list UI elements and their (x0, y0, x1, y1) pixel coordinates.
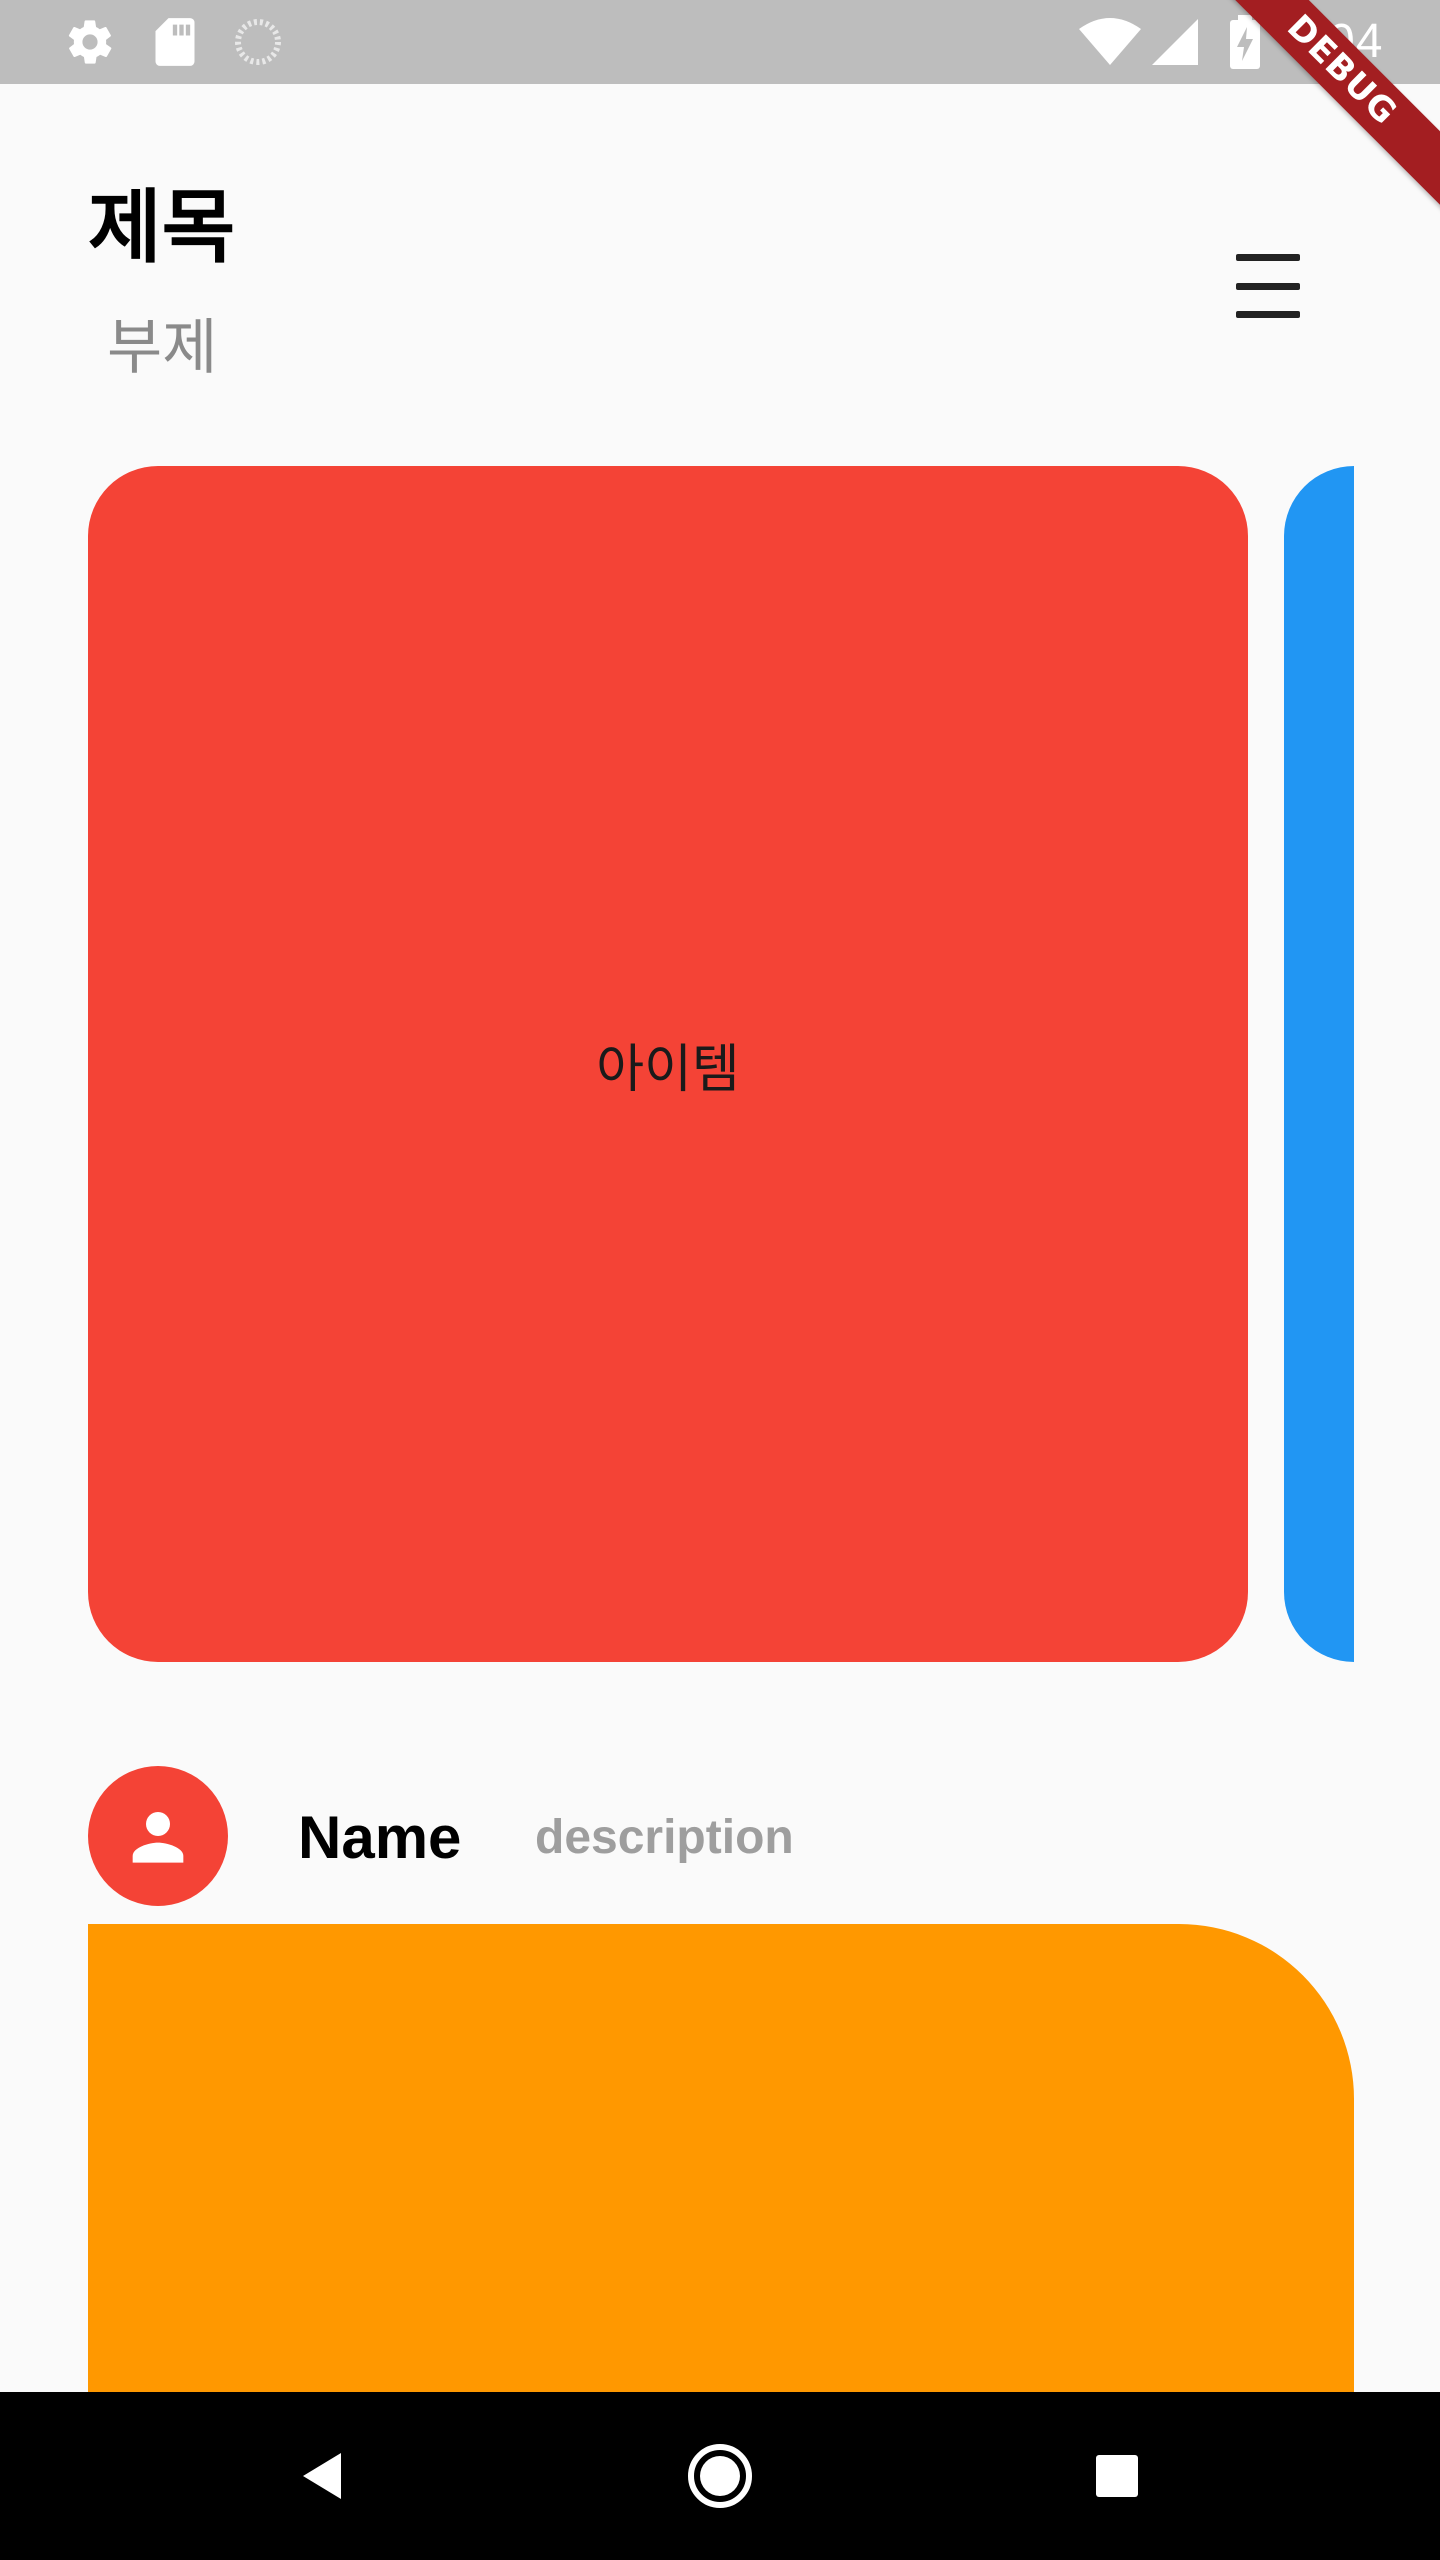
wifi-icon (1078, 0, 1142, 84)
nav-bar (0, 2392, 1440, 2560)
nav-recents-button[interactable] (1057, 2392, 1177, 2560)
gear-icon (64, 0, 116, 84)
carousel-card-2[interactable] (1284, 466, 1354, 1662)
status-bar: 8:04 (0, 0, 1440, 84)
app-screen: 8:04 DEBUG 제목 부제 아이템 Name description (0, 0, 1440, 2560)
spinner-icon (233, 0, 283, 84)
sd-card-icon (153, 0, 197, 84)
home-icon (688, 2444, 752, 2508)
back-icon (303, 2453, 341, 2499)
profile-description: description (535, 1811, 794, 1864)
profile-name: Name (298, 1804, 462, 1871)
hamburger-menu-icon (1236, 254, 1300, 261)
page-title: 제목 (88, 181, 236, 274)
avatar[interactable] (88, 1766, 228, 1906)
carousel[interactable]: 아이템 (0, 466, 1440, 1662)
hamburger-menu-icon-line (1236, 311, 1300, 318)
recents-icon (1096, 2455, 1138, 2497)
carousel-card-label: 아이템 (596, 1039, 740, 1100)
menu-button[interactable] (1222, 254, 1314, 318)
hamburger-menu-icon-line (1236, 282, 1300, 290)
cell-signal-icon (1150, 0, 1200, 84)
person-icon (132, 1812, 184, 1863)
nav-back-button[interactable] (262, 2392, 382, 2560)
carousel-card-1[interactable]: 아이템 (88, 466, 1248, 1662)
nav-home-button[interactable] (660, 2392, 780, 2560)
page-subtitle: 부제 (107, 313, 218, 383)
